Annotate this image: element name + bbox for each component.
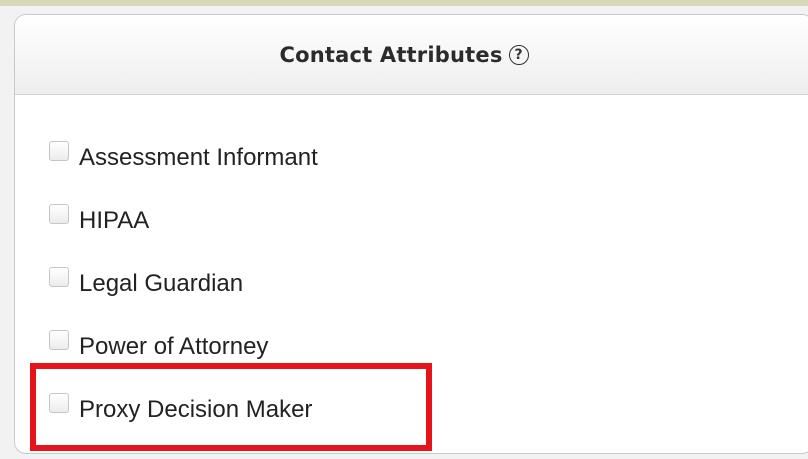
attribute-item-assessment-informant[interactable]: Assessment Informant [49, 141, 318, 173]
checkbox[interactable] [49, 141, 69, 161]
checkbox[interactable] [49, 267, 69, 287]
top-border-strip [0, 0, 808, 6]
attribute-item-hipaa[interactable]: HIPAA [49, 204, 150, 236]
attribute-label: Power of Attorney [79, 333, 269, 360]
attribute-label: Assessment Informant [79, 144, 318, 171]
checkbox[interactable] [49, 330, 69, 350]
checkbox[interactable] [49, 204, 69, 224]
attribute-label: HIPAA [79, 207, 150, 234]
panel-header: Contact Attributes ? [15, 15, 808, 95]
attribute-label: Proxy Decision Maker [79, 396, 313, 423]
contact-attributes-panel: Contact Attributes ? Assessment Informan… [14, 14, 808, 454]
panel-title: Contact Attributes [279, 42, 503, 67]
attribute-item-power-of-attorney[interactable]: Power of Attorney [49, 330, 269, 362]
attribute-item-legal-guardian[interactable]: Legal Guardian [49, 267, 244, 299]
checkbox[interactable] [49, 393, 69, 413]
attribute-label: Legal Guardian [79, 270, 244, 297]
attribute-item-proxy-decision-maker[interactable]: Proxy Decision Maker [49, 393, 313, 425]
question-circle-icon[interactable]: ? [508, 44, 529, 65]
